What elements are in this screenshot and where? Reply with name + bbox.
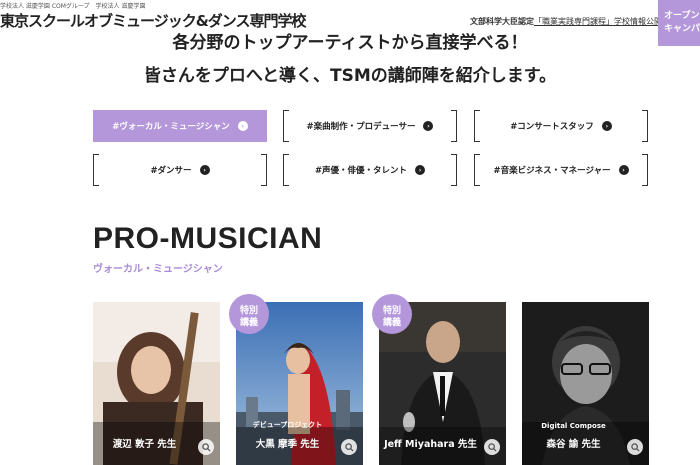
category-label: #音楽ビジネス・マネージャー xyxy=(493,166,611,176)
category-label: #ヴォーカル・ミュージシャン xyxy=(112,122,230,132)
category-vocal-musician[interactable]: #ヴォーカル・ミュージシャン › xyxy=(93,110,267,142)
instructor-name: 大黒 摩季 先生 xyxy=(255,439,320,450)
search-icon[interactable] xyxy=(627,439,643,455)
instructor-name: 渡辺 敦子 先生 xyxy=(112,439,177,450)
category-dancer[interactable]: #ダンサー › xyxy=(93,154,267,186)
instructor-project: デビュープロジェクト xyxy=(252,421,323,429)
search-icon[interactable] xyxy=(484,439,500,455)
instructor-name: 森谷 諭 先生 xyxy=(546,439,601,450)
accreditation-prefix: 文部科学大臣認定 xyxy=(470,17,534,26)
category-label: #ダンサー xyxy=(150,166,192,176)
accreditation-notice[interactable]: 文部科学大臣認定「職業実践専門課程」学校情報公開 xyxy=(470,16,662,27)
category-voice-actor[interactable]: #声優・俳優・タレント › xyxy=(283,154,457,186)
section-subtitle: ヴォーカル・ミュージシャン xyxy=(93,264,223,275)
search-icon[interactable] xyxy=(341,439,357,455)
instructor-specialty: Digital Compose xyxy=(541,422,606,430)
arrow-right-icon: › xyxy=(618,165,629,175)
category-concert-staff[interactable]: #コンサートスタッフ › xyxy=(474,110,648,142)
category-producer[interactable]: #楽曲制作・プロデューサー › xyxy=(283,110,457,142)
instructor-caption: Digital Compose 森谷 諭 先生 xyxy=(522,422,625,451)
headline-line2: 皆さんをプロへと導く、TSMの講師陣を紹介します。 xyxy=(143,66,557,86)
arrow-right-icon: › xyxy=(199,165,210,175)
instructor-caption: デビュープロジェクト 大黒 摩季 先生 xyxy=(236,420,339,451)
headline-line1: 各分野のトップアーティストから直接学べる！ xyxy=(172,33,528,53)
category-label: #楽曲制作・プロデューサー xyxy=(306,122,416,132)
special-lecture-badge: 特別 講義 xyxy=(229,294,269,334)
arrow-right-icon: › xyxy=(423,121,434,131)
search-icon[interactable] xyxy=(198,439,214,455)
arrow-right-icon: › xyxy=(601,121,612,131)
category-label: #声優・俳優・タレント xyxy=(314,166,408,176)
instructor-card[interactable]: 渡辺 敦子 先生 xyxy=(93,302,220,465)
category-label: #コンサートスタッフ xyxy=(510,122,594,132)
arrow-right-icon: › xyxy=(237,121,248,131)
section-title: PRO-MUSICIAN xyxy=(93,222,323,255)
instructor-card[interactable]: Digital Compose 森谷 諭 先生 xyxy=(522,302,649,465)
accreditation-link[interactable]: 「職業実践専門課程」学校情報公開 xyxy=(534,17,662,26)
instructor-caption: Jeff Miyahara 先生 xyxy=(379,432,482,451)
instructor-name: Jeff Miyahara 先生 xyxy=(384,439,477,450)
instructor-caption: 渡辺 敦子 先生 xyxy=(93,432,196,451)
campus-line1: オープン xyxy=(664,11,700,21)
arrow-right-icon: › xyxy=(415,165,426,175)
group-line: 学校法人 滋慶学園 COMグループ 学校法人 滋慶学園 xyxy=(0,3,146,10)
category-music-business[interactable]: #音楽ビジネス・マネージャー › xyxy=(474,154,648,186)
special-lecture-badge: 特別 講義 xyxy=(372,294,412,334)
